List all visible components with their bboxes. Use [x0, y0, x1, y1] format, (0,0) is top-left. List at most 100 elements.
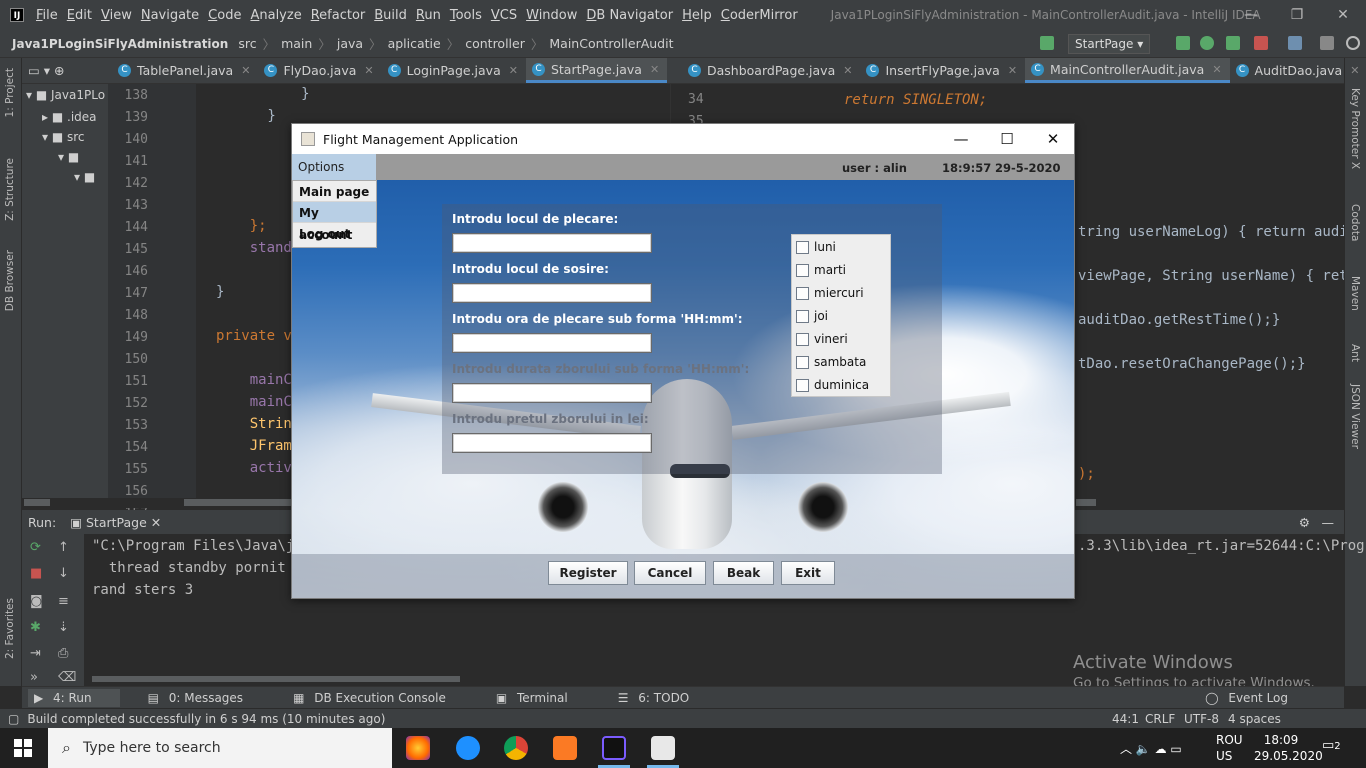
- tab-tablepanel[interactable]: C TablePanel.java ✕: [112, 58, 258, 83]
- project-view-selector[interactable]: ▭ ▾ ⊕: [22, 58, 112, 83]
- menu-view[interactable]: View: [101, 8, 132, 23]
- project-structure-icon[interactable]: [1288, 36, 1302, 50]
- firefox-icon[interactable]: [406, 736, 430, 760]
- menu-edit[interactable]: Edit: [67, 8, 92, 23]
- tool-favorites[interactable]: 2: Favorites: [4, 598, 16, 659]
- tab-dashboardpage[interactable]: C DashboardPage.java ✕: [682, 58, 860, 83]
- line-separator[interactable]: CRLF: [1145, 712, 1175, 726]
- tool-ant[interactable]: Ant: [1349, 344, 1361, 362]
- close-tab-icon[interactable]: ✕: [650, 57, 659, 82]
- day-marti[interactable]: marti: [796, 263, 846, 277]
- xampp-icon[interactable]: [553, 736, 577, 760]
- tab-loginpage[interactable]: C LoginPage.java ✕: [382, 58, 526, 83]
- stop-icon[interactable]: [1254, 36, 1268, 50]
- checkbox-icon[interactable]: [796, 240, 809, 254]
- file-encoding[interactable]: UTF-8: [1184, 712, 1219, 726]
- price-input[interactable]: [452, 433, 652, 453]
- checkbox-icon[interactable]: [796, 355, 809, 369]
- tree-node[interactable]: ▾ ■: [74, 170, 95, 184]
- run-tab-startpage[interactable]: ▣ StartPage ✕: [70, 515, 161, 530]
- close-tab-icon[interactable]: ✕: [843, 58, 852, 83]
- checkbox-icon[interactable]: [796, 263, 809, 277]
- close-tab-icon[interactable]: ✕: [1350, 58, 1359, 83]
- debug-icon[interactable]: [1200, 36, 1214, 50]
- close-tab-icon[interactable]: ✕: [1212, 57, 1221, 82]
- breadcrumb-java[interactable]: java: [337, 36, 363, 51]
- tool-codota[interactable]: Codota: [1349, 204, 1361, 241]
- menu-item-main-page[interactable]: Main page: [293, 181, 376, 202]
- settings-gear-icon[interactable]: ⚙: [1299, 515, 1310, 530]
- menu-build[interactable]: Build: [374, 8, 407, 23]
- caret-position[interactable]: 44:1: [1112, 712, 1139, 726]
- bottom-tab-todo[interactable]: ☰ 6: TODO: [618, 691, 712, 705]
- options-menu[interactable]: Options: [292, 154, 376, 180]
- bottom-tab-terminal[interactable]: ▣ Terminal: [496, 691, 590, 705]
- register-button[interactable]: Register: [548, 561, 628, 585]
- soft-wrap-icon[interactable]: ≡: [58, 594, 69, 609]
- breadcrumb-controller[interactable]: controller: [465, 36, 525, 51]
- tree-idea[interactable]: ▸ ■ .idea: [42, 110, 97, 124]
- menu-item-my-account[interactable]: My account: [293, 202, 376, 242]
- console-scrollbar[interactable]: [92, 676, 460, 682]
- tool-structure[interactable]: Z: Structure: [4, 158, 16, 221]
- departure-time-input[interactable]: [452, 333, 652, 353]
- menu-file[interactable]: File: [36, 8, 58, 23]
- day-miercuri[interactable]: miercuri: [796, 286, 864, 300]
- tab-insertflypage[interactable]: C InsertFlyPage.java ✕: [860, 58, 1025, 83]
- breadcrumb-class[interactable]: MainControllerAudit: [549, 36, 673, 51]
- indent-setting[interactable]: 4 spaces: [1228, 712, 1281, 726]
- checkbox-icon[interactable]: [796, 309, 809, 323]
- duration-input[interactable]: [452, 383, 652, 403]
- language-indicator[interactable]: ROU US: [1216, 732, 1243, 764]
- print-icon[interactable]: ⎙: [58, 646, 68, 661]
- close-icon[interactable]: ✕: [1320, 0, 1366, 30]
- scroll-to-end-icon[interactable]: ⇣: [58, 620, 69, 635]
- trash-icon[interactable]: ⌫: [58, 670, 76, 685]
- windows-start-icon[interactable]: [14, 739, 32, 757]
- tool-json-viewer[interactable]: JSON Viewer: [1349, 384, 1361, 449]
- coverage-icon[interactable]: [1226, 36, 1240, 50]
- bottom-tab-messages[interactable]: ▤ 0: Messages: [148, 691, 266, 705]
- scroll-up-icon[interactable]: ↑: [58, 540, 69, 555]
- close-icon[interactable]: ✕: [1030, 124, 1076, 154]
- notification-icon[interactable]: ▭2: [1322, 738, 1341, 753]
- breadcrumb-project[interactable]: Java1PLoginSiFlyAdministration: [12, 37, 228, 51]
- close-tab-icon[interactable]: ✕: [509, 58, 518, 83]
- menu-vcs[interactable]: VCS: [491, 8, 517, 23]
- menu-tools[interactable]: Tools: [450, 8, 482, 23]
- chrome-icon[interactable]: [504, 736, 528, 760]
- debug-bug-icon[interactable]: ✱: [30, 620, 41, 635]
- checkbox-icon[interactable]: [796, 332, 809, 346]
- bottom-tab-run[interactable]: ▶ 4: Run: [28, 688, 120, 707]
- status-square-icon[interactable]: ▢: [8, 712, 19, 726]
- more-icon[interactable]: »: [30, 670, 38, 685]
- tree-node[interactable]: ▾ ■: [58, 150, 79, 164]
- day-vineri[interactable]: vineri: [796, 332, 848, 346]
- day-sambata[interactable]: sambata: [796, 355, 866, 369]
- layout-icon[interactable]: [1320, 36, 1334, 50]
- taskbar-clock[interactable]: 18:09 29.05.2020: [1254, 732, 1323, 764]
- exit-button[interactable]: Exit: [781, 561, 835, 585]
- tab-startpage[interactable]: C StartPage.java ✕: [525, 57, 668, 83]
- scroll-down-icon[interactable]: ↓: [58, 566, 69, 581]
- build-hammer-icon[interactable]: [1040, 36, 1054, 50]
- tool-db-browser[interactable]: DB Browser: [4, 250, 16, 311]
- run-icon[interactable]: [1176, 36, 1190, 50]
- rerun-icon[interactable]: ⟳: [30, 540, 41, 555]
- bottom-tab-db-console[interactable]: ▦ DB Execution Console: [293, 691, 468, 705]
- minimize-icon[interactable]: —: [1228, 0, 1274, 30]
- menu-db-navigator[interactable]: DB Navigator: [586, 8, 673, 23]
- taskbar-search[interactable]: ⌕ Type here to search: [48, 728, 392, 768]
- tree-root[interactable]: ▾ ■ Java1PLo: [26, 88, 105, 102]
- camera-icon[interactable]: ◙: [30, 594, 43, 609]
- event-log[interactable]: ◯ Event Log: [1205, 691, 1310, 705]
- tab-maincontrolleraudit[interactable]: C MainControllerAudit.java ✕: [1025, 58, 1230, 83]
- hide-panel-icon[interactable]: —: [1322, 515, 1335, 530]
- menu-code[interactable]: Code: [208, 8, 241, 23]
- menu-window[interactable]: Window: [526, 8, 577, 23]
- breadcrumb-aplicatie[interactable]: aplicatie: [388, 36, 441, 51]
- edge-icon[interactable]: [456, 736, 480, 760]
- restore-icon[interactable]: ❐: [1274, 0, 1320, 30]
- checkbox-icon[interactable]: [796, 286, 809, 300]
- tool-maven[interactable]: Maven: [1349, 276, 1361, 311]
